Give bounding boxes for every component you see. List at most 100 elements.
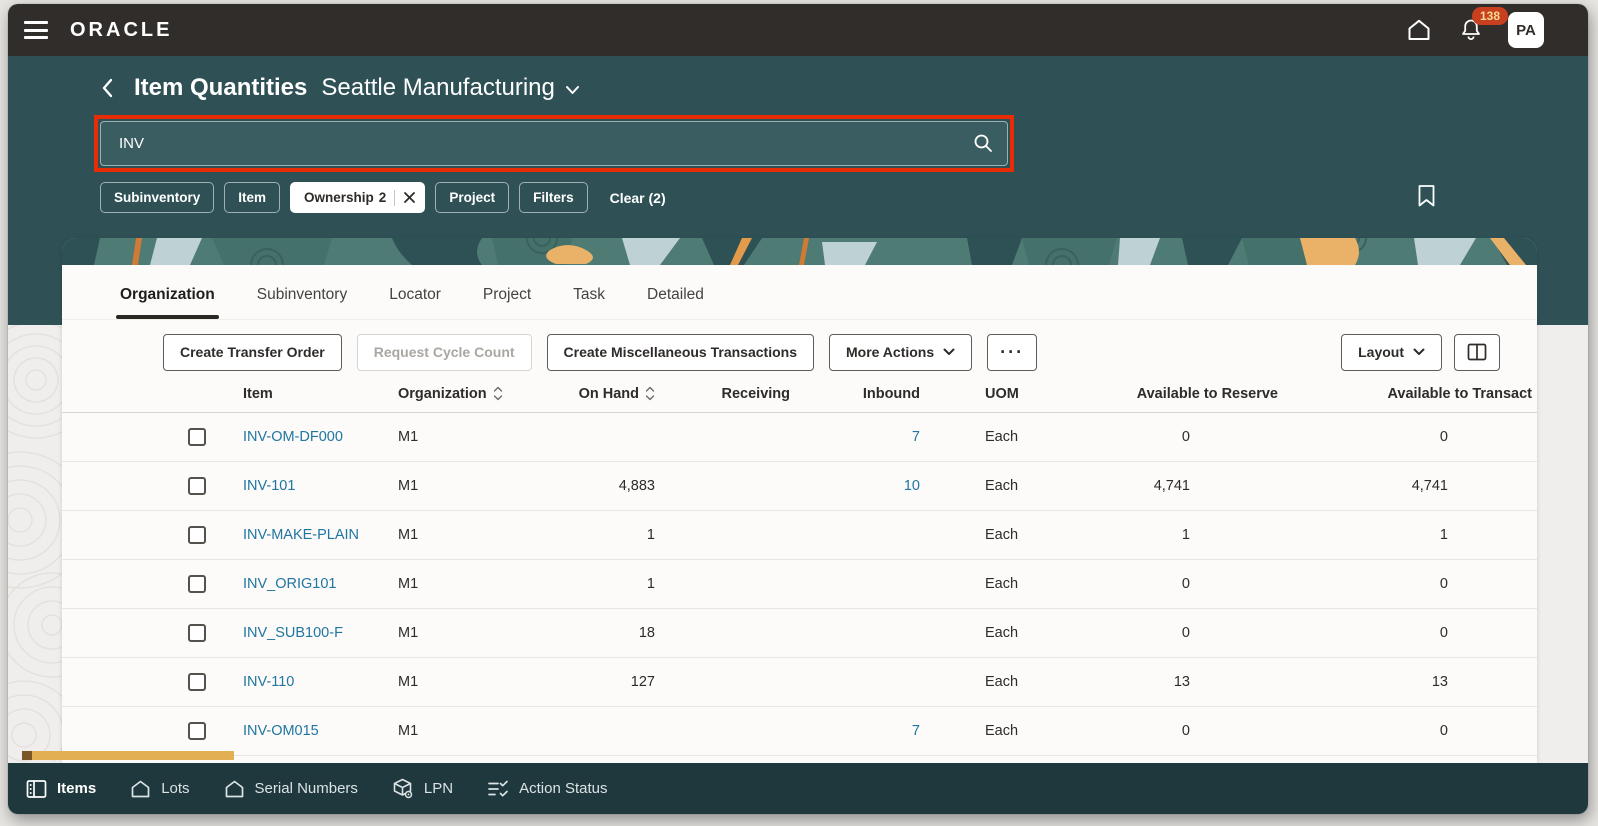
organization-context-label: Seattle Manufacturing <box>321 74 554 102</box>
column-header-item[interactable]: Item <box>243 386 398 402</box>
dock-item-lots[interactable]: Lots <box>130 779 189 799</box>
table-row: INV-OM015 M1 7 Each 0 0 <box>62 707 1537 756</box>
available-to-transact-cell: 1 <box>1278 527 1537 543</box>
dock-item-items[interactable]: Items <box>26 779 96 799</box>
on-hand-cell: 1 <box>534 527 655 543</box>
user-avatar[interactable]: PA <box>1508 12 1544 48</box>
overflow-menu-button[interactable]: ··· <box>987 334 1037 371</box>
dock-item-lpn[interactable]: LPN <box>392 778 453 799</box>
column-header-receiving[interactable]: Receiving <box>655 386 790 402</box>
tab-task[interactable]: Task <box>571 286 607 319</box>
on-hand-cell: 127 <box>534 674 655 690</box>
search-area <box>100 121 1008 166</box>
filter-chip-item[interactable]: Item <box>224 182 280 213</box>
available-to-transact-cell: 0 <box>1278 576 1537 592</box>
filter-chip-project[interactable]: Project <box>435 182 509 213</box>
column-header-inbound[interactable]: Inbound <box>790 386 920 402</box>
filter-chip-subinventory[interactable]: Subinventory <box>100 182 214 213</box>
inbound-link[interactable]: 7 <box>912 429 920 445</box>
create-miscellaneous-transactions-button[interactable]: Create Miscellaneous Transactions <box>547 334 814 371</box>
uom-cell: Each <box>920 723 1030 739</box>
filter-chip-ownership[interactable]: Ownership 2 <box>290 182 425 213</box>
layout-button[interactable]: Layout <box>1341 334 1442 371</box>
tab-locator[interactable]: Locator <box>387 286 443 319</box>
column-header-available-to-transact[interactable]: Available to Transact <box>1278 386 1537 402</box>
item-link[interactable]: INV-101 <box>243 478 295 494</box>
tab-detailed[interactable]: Detailed <box>645 286 706 319</box>
column-header-on-hand[interactable]: On Hand <box>534 386 655 402</box>
table-toolbar: Create Transfer Order Request Cycle Coun… <box>62 320 1537 371</box>
row-checkbox[interactable] <box>188 673 206 691</box>
filter-chip-filters[interactable]: Filters <box>519 182 588 213</box>
organization-cell: M1 <box>398 527 534 543</box>
page-title: Item Quantities <box>134 74 307 102</box>
available-to-reserve-cell: 0 <box>1030 723 1278 739</box>
bottom-dock: Items Lots Serial Numbers LPN Action Sta… <box>8 763 1588 814</box>
uom-cell: Each <box>920 527 1030 543</box>
tab-project[interactable]: Project <box>481 286 533 319</box>
table-row: INV-110 M1 127 Each 13 13 <box>62 658 1537 707</box>
organization-cell: M1 <box>398 478 534 494</box>
uom-cell: Each <box>920 625 1030 641</box>
organization-cell: M1 <box>398 674 534 690</box>
row-checkbox[interactable] <box>188 526 206 544</box>
item-link[interactable]: INV-MAKE-PLAIN <box>243 527 359 543</box>
row-checkbox[interactable] <box>188 575 206 593</box>
table-row: INV-OM-DF000 M1 7 Each 0 0 <box>62 413 1537 462</box>
split-view-button[interactable] <box>1454 334 1500 371</box>
chevron-down-icon <box>1413 348 1425 356</box>
app-window: ORACLE 138 PA Item Quantities Seattle Ma… <box>8 4 1588 814</box>
row-checkbox[interactable] <box>188 722 206 740</box>
more-actions-button[interactable]: More Actions <box>829 334 972 371</box>
available-to-reserve-cell: 0 <box>1030 576 1278 592</box>
notifications-bell-icon[interactable]: 138 <box>1456 15 1486 45</box>
horizontal-scrollbar[interactable] <box>22 751 234 760</box>
item-link[interactable]: INV-110 <box>243 674 294 690</box>
title-bar: Item Quantities Seattle Manufacturing <box>100 74 580 102</box>
search-icon[interactable] <box>972 132 994 159</box>
item-link[interactable]: INV_ORIG101 <box>243 576 337 592</box>
bookmark-icon[interactable] <box>1417 184 1436 213</box>
item-link[interactable]: INV-OM-DF000 <box>243 429 343 445</box>
column-header-organization[interactable]: Organization <box>398 386 534 402</box>
lpn-package-icon <box>392 778 414 799</box>
create-transfer-order-button[interactable]: Create Transfer Order <box>163 334 342 371</box>
organization-cell: M1 <box>398 625 534 641</box>
chevron-down-icon <box>943 348 955 356</box>
organization-cell: M1 <box>398 429 534 445</box>
column-header-available-to-reserve[interactable]: Available to Reserve <box>1030 386 1278 402</box>
organization-context-selector[interactable]: Seattle Manufacturing <box>321 74 579 102</box>
back-button[interactable] <box>100 77 114 99</box>
serial-number-icon <box>224 779 245 799</box>
inbound-link[interactable]: 10 <box>904 478 920 494</box>
item-link[interactable]: INV-OM015 <box>243 723 319 739</box>
available-to-reserve-cell: 0 <box>1030 429 1278 445</box>
view-tabs: Organization Subinventory Locator Projec… <box>62 265 1537 320</box>
item-link[interactable]: INV_SUB100-F <box>243 625 343 641</box>
search-input[interactable] <box>100 121 1008 166</box>
action-status-icon <box>487 779 509 799</box>
dock-item-action-status[interactable]: Action Status <box>487 779 607 799</box>
available-to-reserve-cell: 4,741 <box>1030 478 1278 494</box>
dock-item-serial-numbers[interactable]: Serial Numbers <box>224 779 358 799</box>
columns-icon <box>1467 343 1487 361</box>
row-checkbox[interactable] <box>188 624 206 642</box>
request-cycle-count-button: Request Cycle Count <box>357 334 532 371</box>
table-row: INV_SUB100-F M1 18 Each 0 0 <box>62 609 1537 658</box>
row-checkbox[interactable] <box>188 477 206 495</box>
row-checkbox[interactable] <box>188 428 206 446</box>
oracle-logo: ORACLE <box>70 19 172 42</box>
tab-subinventory[interactable]: Subinventory <box>255 286 349 319</box>
home-icon[interactable] <box>1404 15 1434 45</box>
clear-filters-link[interactable]: Clear (2) <box>610 190 666 206</box>
items-icon <box>26 779 47 799</box>
inbound-link[interactable]: 7 <box>912 723 920 739</box>
tab-organization[interactable]: Organization <box>118 286 217 319</box>
available-to-reserve-cell: 1 <box>1030 527 1278 543</box>
organization-cell: M1 <box>398 576 534 592</box>
table-body: INV-OM-DF000 M1 7 Each 0 0 INV-101 M1 4,… <box>62 412 1537 756</box>
on-hand-cell: 18 <box>534 625 655 641</box>
column-header-uom[interactable]: UOM <box>920 386 1030 402</box>
menu-icon[interactable] <box>24 21 48 39</box>
close-icon[interactable] <box>403 191 416 204</box>
